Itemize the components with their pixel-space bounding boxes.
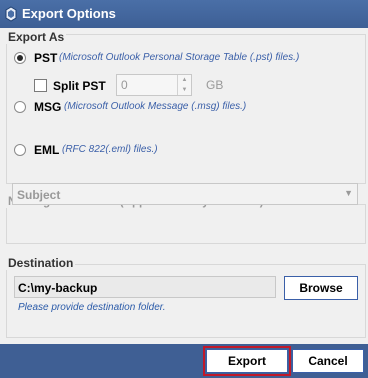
chevron-down-icon[interactable]: ▼ <box>344 188 353 198</box>
stepper-up-icon[interactable]: ▲ <box>178 75 191 85</box>
stepper-arrows[interactable]: ▲ ▼ <box>177 75 191 95</box>
naming-group <box>6 204 366 244</box>
naming-dropdown[interactable]: Subject ▼ <box>12 183 358 205</box>
destination-label: Destination <box>6 256 76 270</box>
browse-button[interactable]: Browse <box>284 276 358 300</box>
eml-label: EML <box>34 143 60 157</box>
destination-path-value: C:\my-backup <box>18 281 98 295</box>
split-size-value: 0 <box>121 78 128 92</box>
app-icon <box>5 6 17 22</box>
split-pst-label: Split PST <box>53 79 106 93</box>
eml-description: (RFC 822(.eml) files.) <box>62 144 158 155</box>
msg-description: (Microsoft Outlook Message (.msg) files.… <box>64 101 247 112</box>
split-size-stepper[interactable]: 0 ▲ ▼ <box>116 74 192 96</box>
pst-radio[interactable] <box>14 52 26 64</box>
stepper-down-icon[interactable]: ▼ <box>178 85 191 95</box>
export-button[interactable]: Export <box>203 346 291 376</box>
msg-radio[interactable] <box>14 101 26 113</box>
naming-selected: Subject <box>17 188 61 202</box>
msg-label: MSG <box>34 100 62 114</box>
cancel-button[interactable]: Cancel <box>292 349 364 373</box>
export-as-label: Export As <box>6 30 67 44</box>
split-pst-checkbox[interactable] <box>34 79 47 92</box>
dialog-footer: Export Cancel <box>0 344 368 378</box>
destination-hint: Please provide destination folder. <box>18 302 166 313</box>
pst-label: PST <box>34 51 58 65</box>
split-size-unit: GB <box>206 78 224 92</box>
pst-description: (Microsoft Outlook Personal Storage Tabl… <box>59 52 300 63</box>
destination-path-input[interactable]: C:\my-backup <box>14 276 276 298</box>
eml-radio[interactable] <box>14 144 26 156</box>
title-bar: Export Options <box>0 0 368 28</box>
window-title: Export Options <box>22 6 116 21</box>
